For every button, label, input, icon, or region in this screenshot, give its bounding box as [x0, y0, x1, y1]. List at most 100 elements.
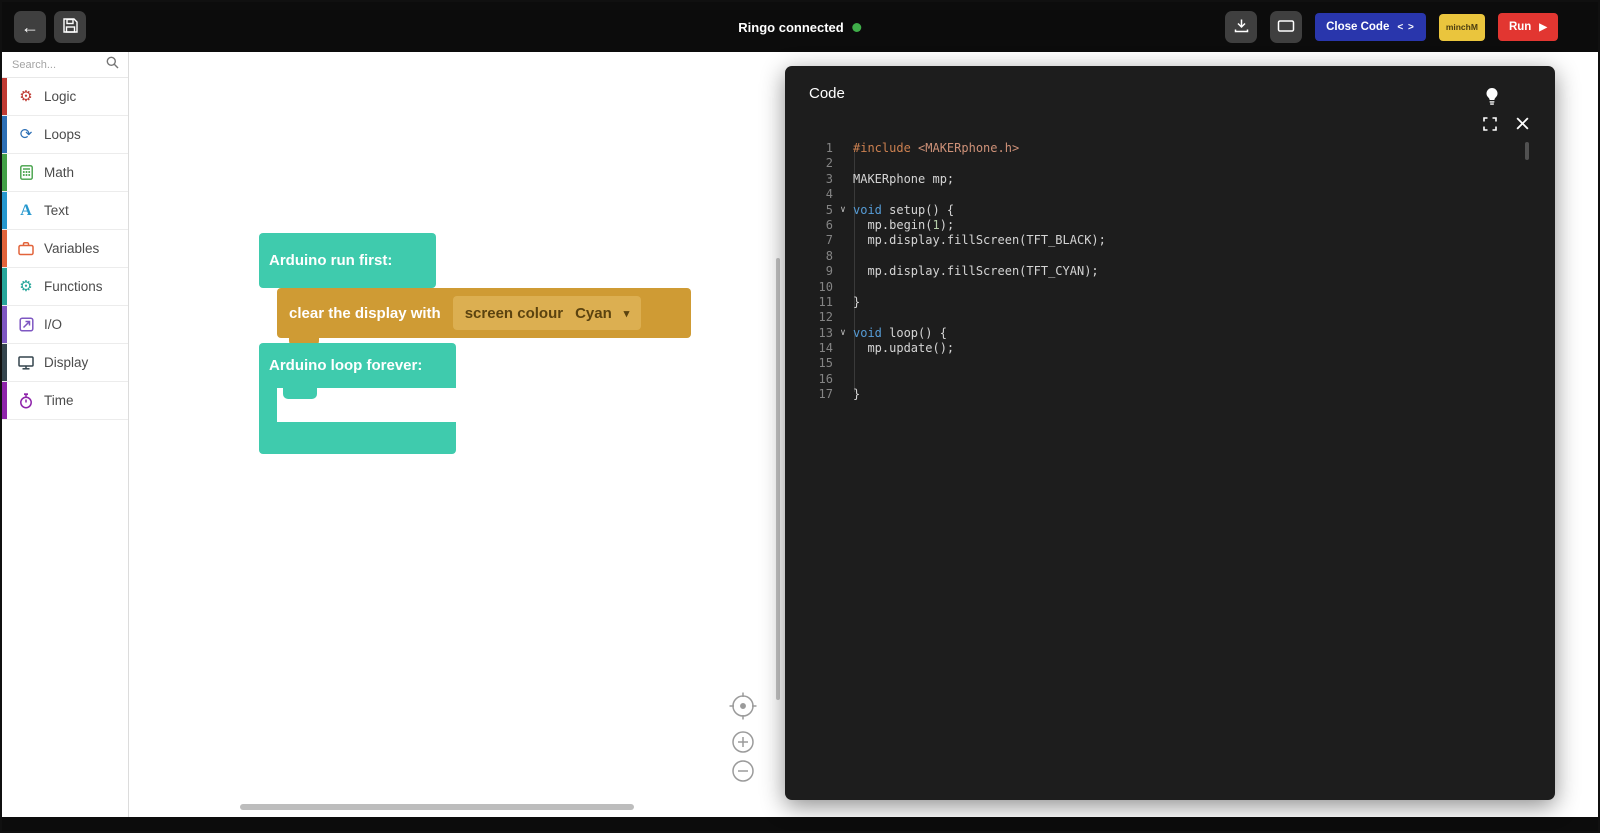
fold-gutter: [833, 341, 853, 356]
category-color-strip: [2, 344, 7, 381]
app-window: ← Ringo connected: [0, 0, 1600, 833]
search-input[interactable]: [12, 59, 102, 71]
loop-statement-notch: [283, 388, 317, 399]
letter-a-icon: A: [17, 203, 35, 219]
dropdown-value: Cyan: [575, 305, 612, 322]
category-label: Math: [44, 165, 74, 180]
export-download-button[interactable]: [1225, 11, 1257, 43]
sidebar-category[interactable]: ⟳ Loops: [2, 116, 128, 154]
code-panel-title: Code: [809, 85, 845, 102]
fold-chevron-icon[interactable]: ∨: [833, 326, 853, 341]
sidebar-category[interactable]: Variables: [2, 230, 128, 268]
code-line: 15: [785, 356, 1541, 371]
block-arduino-run-first[interactable]: Arduino run first:: [259, 233, 436, 288]
sidebar-category[interactable]: ⚙ Logic: [2, 78, 128, 116]
sidebar-category[interactable]: A Text: [2, 192, 128, 230]
io-arrow-icon: [17, 317, 35, 332]
code-line: 17}: [785, 387, 1541, 402]
horizontal-scrollbar[interactable]: [240, 804, 634, 810]
code-line: 12: [785, 310, 1541, 325]
fold-gutter: [833, 372, 853, 387]
connection-status: Ringo connected: [738, 20, 861, 35]
vertical-scrollbar[interactable]: [776, 258, 780, 700]
line-number: 4: [785, 187, 833, 202]
code-line: 13∨void loop() {: [785, 326, 1541, 341]
line-number: 16: [785, 372, 833, 387]
dropdown-label: screen colour: [465, 305, 563, 322]
zoom-in-button[interactable]: [726, 726, 760, 758]
sidebar-category[interactable]: ⚙ Functions: [2, 268, 128, 306]
serial-monitor-button[interactable]: [1270, 11, 1302, 43]
status-text: Ringo connected: [738, 20, 843, 35]
loop-block-header: Arduino loop forever:: [259, 343, 456, 388]
block-label: Arduino loop forever:: [269, 357, 422, 374]
sidebar-category[interactable]: Display: [2, 344, 128, 382]
code-panel: Code 1#include <MAKERphone.h>23MAKERphon…: [785, 66, 1555, 800]
category-label: Functions: [44, 279, 103, 294]
category-color-strip: [2, 306, 7, 343]
category-color-strip: [2, 78, 7, 115]
block-clear-display[interactable]: clear the display with screen colour Cya…: [277, 288, 691, 338]
block-label: Arduino run first:: [269, 252, 392, 269]
download-icon: [1233, 17, 1250, 37]
back-button[interactable]: ←: [14, 11, 46, 43]
line-number: 2: [785, 156, 833, 171]
fold-gutter: [833, 249, 853, 264]
code-line: 16: [785, 372, 1541, 387]
category-label: Display: [44, 355, 88, 370]
fold-gutter: [833, 156, 853, 171]
save-button[interactable]: [54, 11, 86, 43]
code-scrollbar-thumb[interactable]: [1525, 142, 1529, 160]
screen-colour-dropdown[interactable]: screen colour Cyan ▾: [453, 296, 642, 330]
topbar: ← Ringo connected: [2, 2, 1598, 52]
close-panel-button[interactable]: [1514, 116, 1530, 132]
fold-gutter: [833, 356, 853, 371]
category-color-strip: [2, 154, 7, 191]
code-lines: 1#include <MAKERphone.h>23MAKERphone mp;…: [785, 141, 1541, 794]
block-category-sidebar: ⚙ Logic ⟳ Loops Math A Text: [2, 52, 129, 817]
code-line: 6 mp.begin(1);: [785, 218, 1541, 233]
fold-gutter: [833, 310, 853, 325]
zoom-out-button[interactable]: [726, 755, 760, 787]
gears-icon: ⚙: [17, 89, 35, 104]
run-button[interactable]: Run ▶: [1498, 13, 1558, 41]
zoom-reset-button[interactable]: [726, 690, 760, 722]
code-line: 7 mp.display.fillScreen(TFT_BLACK);: [785, 233, 1541, 248]
fold-chevron-icon[interactable]: ∨: [833, 203, 853, 218]
code-line: 5∨void setup() {: [785, 203, 1541, 218]
sidebar-category[interactable]: Math: [2, 154, 128, 192]
line-number: 15: [785, 356, 833, 371]
fullscreen-button[interactable]: [1482, 117, 1498, 133]
fold-gutter: [833, 264, 853, 279]
code-line: 2: [785, 156, 1541, 171]
sidebar-category[interactable]: Time: [2, 382, 128, 420]
dropdown-arrow-icon: ▾: [624, 307, 630, 320]
monitor-icon: [1277, 18, 1295, 37]
minus-icon: [726, 775, 760, 790]
sketch-button[interactable]: minchM: [1439, 14, 1485, 41]
loop-arrows-icon: ⟳: [17, 127, 35, 142]
code-text: }: [853, 295, 860, 310]
line-number: 13: [785, 326, 833, 341]
line-number: 3: [785, 172, 833, 187]
sidebar-category[interactable]: I/O: [2, 306, 128, 344]
line-number: 10: [785, 280, 833, 295]
fold-gutter: [833, 280, 853, 295]
code-text: void loop() {: [853, 326, 947, 341]
code-line: 11}: [785, 295, 1541, 310]
fold-gutter: [833, 187, 853, 202]
topbar-right: Close Code < > minchM Run ▶: [1225, 11, 1558, 43]
fold-gutter: [833, 233, 853, 248]
gear-icon: ⚙: [17, 279, 35, 294]
close-code-button[interactable]: Close Code < >: [1315, 13, 1426, 41]
close-code-label: Close Code: [1326, 21, 1389, 33]
fold-gutter: [833, 295, 853, 310]
line-number: 12: [785, 310, 833, 325]
code-text: MAKERphone mp;: [853, 172, 954, 187]
code-text: void setup() {: [853, 203, 954, 218]
window-bottom-frame: [2, 817, 1598, 831]
display-monitor-icon: [17, 355, 35, 370]
status-dot: [853, 23, 862, 32]
code-line: 10: [785, 280, 1541, 295]
back-arrow-icon: ←: [21, 18, 39, 36]
